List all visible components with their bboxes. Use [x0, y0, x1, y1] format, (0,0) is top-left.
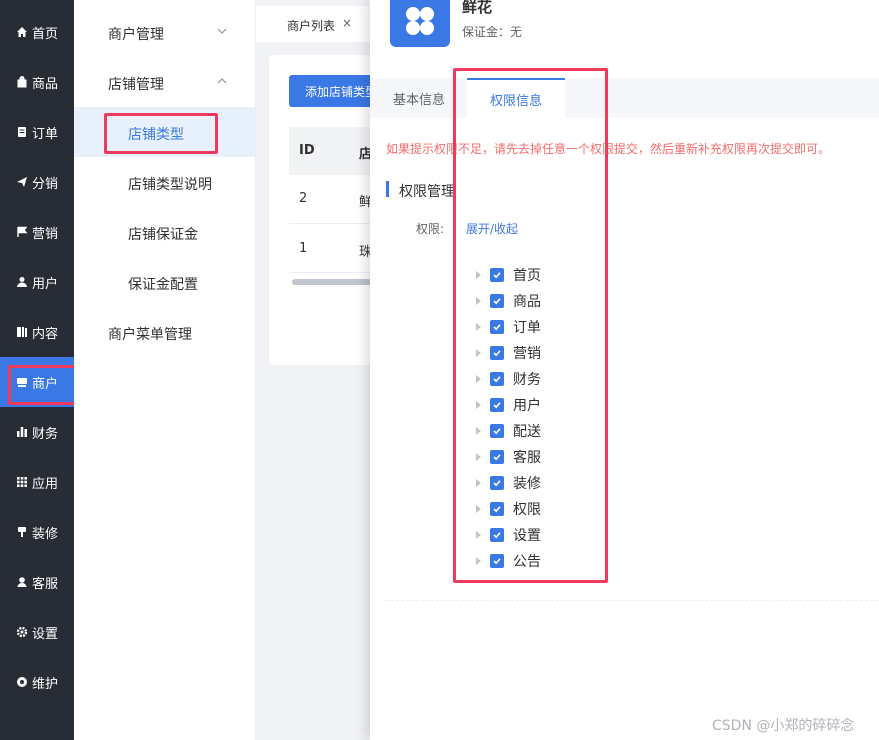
sidebar-item-label: 财务 — [31, 426, 58, 442]
tab-basic-info[interactable]: 基本信息 — [376, 78, 462, 118]
row-divider — [289, 272, 379, 273]
maintain-icon — [16, 676, 28, 688]
sidebar-item-service[interactable]: 客服 — [0, 557, 74, 607]
sidebar-item-label: 客服 — [31, 576, 58, 592]
tab-merchant-list[interactable]: 商户列表 — [287, 17, 335, 34]
sidebar-item-label: 营销 — [31, 226, 58, 242]
user-icon — [16, 276, 28, 288]
horizontal-scrollbar[interactable] — [292, 279, 372, 285]
sidebar-item-label: 设置 — [31, 626, 58, 642]
highlight-box-permissions — [453, 68, 608, 583]
sidebar-item-users[interactable]: 用户 — [0, 257, 74, 307]
sidebar-item-orders[interactable]: 订单 — [0, 107, 74, 157]
order-icon — [16, 126, 28, 138]
flag-icon — [16, 226, 28, 238]
clover-icon — [406, 7, 434, 35]
submenu-item-shop-deposit[interactable]: 店铺保证金 — [128, 224, 198, 244]
submenu-group-shop[interactable]: 店铺管理 — [108, 74, 164, 94]
sidebar-item-distribution[interactable]: 分销 — [0, 157, 74, 207]
gear-icon — [16, 626, 28, 638]
content-icon — [16, 326, 28, 338]
sidebar-item-label: 应用 — [31, 476, 58, 492]
bar-chart-icon — [16, 426, 28, 438]
sidebar-item-label: 维护 — [31, 676, 58, 692]
row-divider — [289, 223, 379, 224]
sidebar-item-label: 内容 — [31, 326, 58, 342]
sidebar-item-finance[interactable]: 财务 — [0, 407, 74, 457]
submenu-item-deposit-config[interactable]: 保证金配置 — [128, 274, 198, 294]
brush-icon — [16, 526, 28, 538]
highlight-box-shop-type — [104, 113, 218, 154]
divider — [386, 600, 878, 601]
sidebar-item-content[interactable]: 内容 — [0, 307, 74, 357]
sidebar-item-decoration[interactable]: 装修 — [0, 507, 74, 557]
sidebar-item-label: 首页 — [31, 26, 58, 42]
section-title: 权限管理 — [399, 184, 455, 200]
send-icon — [16, 176, 28, 188]
sidebar-item-settings[interactable]: 设置 — [0, 607, 74, 657]
service-icon — [16, 576, 28, 588]
sidebar-item-label: 分销 — [31, 176, 58, 192]
chevron-up-icon[interactable] — [216, 75, 228, 87]
grid-icon — [16, 476, 28, 488]
submenu-group-merchant-menu[interactable]: 商户菜单管理 — [108, 324, 192, 344]
sidebar-item-apps[interactable]: 应用 — [0, 457, 74, 507]
close-icon[interactable]: × — [342, 16, 352, 30]
sidebar-item-label: 装修 — [31, 526, 58, 542]
home-icon — [16, 26, 28, 38]
table-cell-id: 2 — [299, 191, 308, 206]
permission-label: 权限: — [416, 222, 445, 236]
submenu-item-shop-type-desc[interactable]: 店铺类型说明 — [128, 174, 212, 194]
highlight-box-merchant — [8, 365, 82, 405]
sidebar-item-label: 商品 — [31, 76, 58, 92]
section-marker — [386, 181, 389, 197]
table-cell-id: 1 — [299, 241, 308, 256]
submenu-group-merchant[interactable]: 商户管理 — [108, 24, 164, 44]
shop-logo — [390, 0, 450, 47]
sidebar-item-label: 订单 — [31, 126, 58, 142]
sidebar-item-maintain[interactable]: 维护 — [0, 657, 74, 707]
watermark: CSDN @小郑的碎碎念 — [712, 718, 855, 734]
sidebar-item-marketing[interactable]: 营销 — [0, 207, 74, 257]
submenu-panel — [74, 0, 256, 740]
chevron-down-icon[interactable] — [216, 25, 228, 37]
sidebar-item-label: 用户 — [31, 276, 58, 292]
add-shop-type-button[interactable]: 添加店铺类型 — [289, 75, 379, 107]
sidebar-item-home[interactable]: 首页 — [0, 7, 74, 57]
bag-icon — [16, 76, 28, 88]
sidebar-item-goods[interactable]: 商品 — [0, 57, 74, 107]
deposit-text: 保证金：无 — [462, 25, 523, 39]
column-header-id: ID — [299, 143, 315, 158]
shop-name: 鲜花 — [462, 0, 493, 16]
